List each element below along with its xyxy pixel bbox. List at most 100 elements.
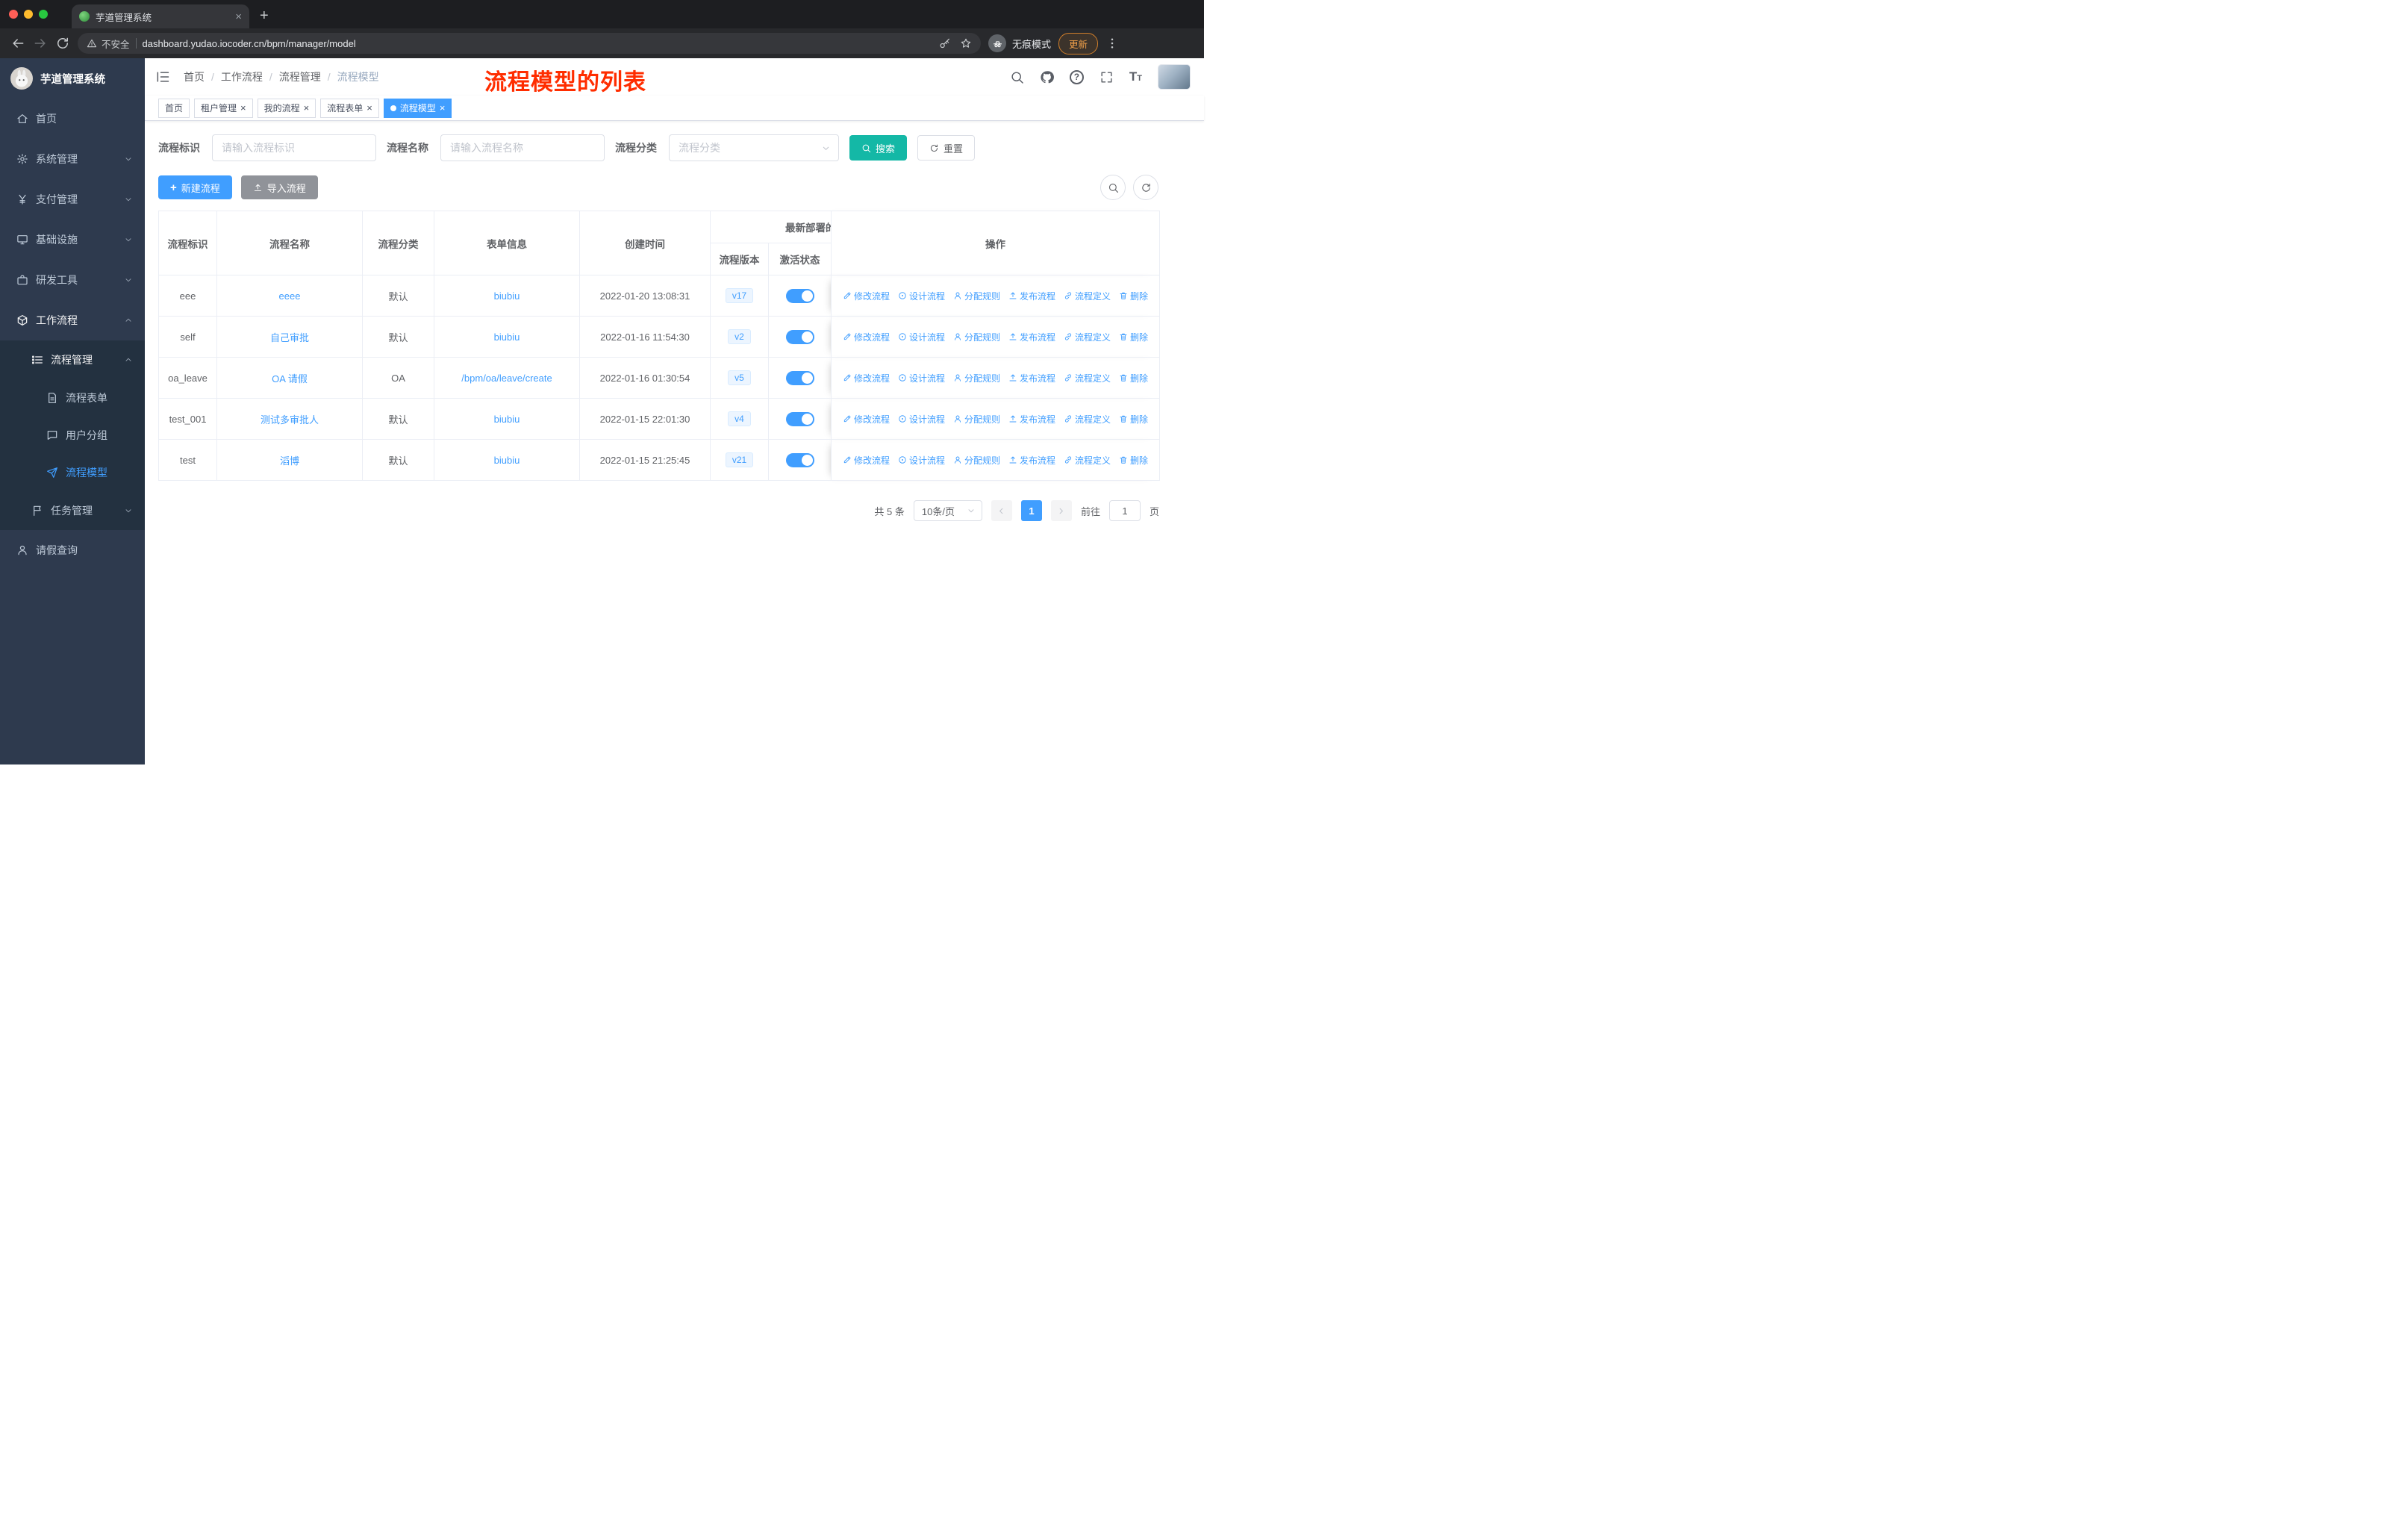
action-publish[interactable]: 发布流程 bbox=[1008, 454, 1055, 467]
status-toggle[interactable] bbox=[785, 288, 814, 303]
page-tag[interactable]: 首页 bbox=[158, 98, 190, 118]
status-toggle[interactable] bbox=[785, 370, 814, 385]
page-tag[interactable]: 流程模型 × bbox=[383, 98, 452, 118]
sidebar-item-infrastructure[interactable]: 基础设施 bbox=[0, 219, 145, 260]
process-name-input[interactable] bbox=[440, 134, 605, 161]
security-indicator[interactable]: 不安全 bbox=[87, 37, 130, 51]
action-define[interactable]: 流程定义 bbox=[1064, 372, 1111, 384]
action-publish[interactable]: 发布流程 bbox=[1008, 290, 1055, 302]
action-edit[interactable]: 修改流程 bbox=[843, 454, 890, 467]
tag-close-icon[interactable]: × bbox=[240, 103, 246, 113]
github-icon[interactable] bbox=[1040, 70, 1054, 84]
tag-close-icon[interactable]: × bbox=[366, 103, 372, 113]
breadcrumb-item[interactable]: 工作流程 bbox=[221, 69, 263, 84]
action-design[interactable]: 设计流程 bbox=[898, 331, 945, 343]
fullscreen-icon[interactable] bbox=[1099, 70, 1114, 84]
reload-button[interactable] bbox=[55, 36, 70, 51]
forward-button[interactable] bbox=[33, 36, 48, 51]
import-process-button[interactable]: 导入流程 bbox=[240, 175, 318, 199]
goto-page-input[interactable] bbox=[1108, 500, 1141, 521]
form-info-link[interactable]: biubiu bbox=[494, 414, 520, 425]
action-assign[interactable]: 分配规则 bbox=[953, 331, 1000, 343]
status-toggle[interactable] bbox=[785, 329, 814, 344]
sidebar-item-user-group[interactable]: 用户分组 bbox=[0, 417, 145, 454]
sidebar-item-process-mgmt[interactable]: 流程管理 bbox=[0, 340, 145, 379]
sidebar-item-task-mgmt[interactable]: 任务管理 bbox=[0, 491, 145, 530]
action-design[interactable]: 设计流程 bbox=[898, 413, 945, 426]
action-edit[interactable]: 修改流程 bbox=[843, 372, 890, 384]
action-delete[interactable]: 删除 bbox=[1119, 290, 1148, 302]
process-key-input[interactable] bbox=[212, 134, 376, 161]
tag-close-icon[interactable]: × bbox=[440, 103, 446, 113]
table-refresh-button[interactable] bbox=[1133, 175, 1158, 200]
browser-tab[interactable]: 芋道管理系统 × bbox=[72, 4, 249, 28]
sidebar-item-payment-mgmt[interactable]: 支付管理 bbox=[0, 179, 145, 219]
action-assign[interactable]: 分配规则 bbox=[953, 372, 1000, 384]
window-minimize-button[interactable] bbox=[24, 10, 33, 19]
action-design[interactable]: 设计流程 bbox=[898, 454, 945, 467]
action-delete[interactable]: 删除 bbox=[1119, 331, 1148, 343]
form-info-link[interactable]: biubiu bbox=[494, 331, 520, 343]
process-name-link[interactable]: OA 请假 bbox=[272, 373, 308, 384]
sidebar-item-workflow[interactable]: 工作流程 bbox=[0, 300, 145, 340]
back-button[interactable] bbox=[10, 36, 25, 51]
form-info-link[interactable]: biubiu bbox=[494, 290, 520, 302]
page-tag[interactable]: 我的流程 × bbox=[257, 98, 316, 118]
status-toggle[interactable] bbox=[785, 452, 814, 467]
page-tag[interactable]: 租户管理 × bbox=[194, 98, 253, 118]
window-close-button[interactable] bbox=[9, 10, 18, 19]
new-tab-button[interactable]: + bbox=[260, 7, 269, 25]
user-avatar[interactable] bbox=[1158, 64, 1191, 90]
action-define[interactable]: 流程定义 bbox=[1064, 290, 1111, 302]
action-delete[interactable]: 删除 bbox=[1119, 372, 1148, 384]
sidebar-item-home[interactable]: 首页 bbox=[0, 99, 145, 139]
address-bar[interactable]: 不安全 dashboard.yudao.iocoder.cn/bpm/manag… bbox=[78, 33, 981, 54]
browser-update-button[interactable]: 更新 bbox=[1058, 32, 1099, 55]
process-name-link[interactable]: 滔博 bbox=[280, 455, 299, 467]
process-name-link[interactable]: 自己审批 bbox=[270, 332, 309, 343]
breadcrumb-item[interactable]: 流程管理 bbox=[279, 69, 321, 84]
font-size-icon[interactable]: TT bbox=[1129, 69, 1142, 84]
form-info-link[interactable]: biubiu bbox=[494, 455, 520, 466]
sidebar-item-system-mgmt[interactable]: 系统管理 bbox=[0, 139, 145, 179]
process-name-link[interactable]: eeee bbox=[279, 290, 301, 302]
sidebar-item-dev-tools[interactable]: 研发工具 bbox=[0, 260, 145, 300]
action-define[interactable]: 流程定义 bbox=[1064, 454, 1111, 467]
action-publish[interactable]: 发布流程 bbox=[1008, 331, 1055, 343]
action-assign[interactable]: 分配规则 bbox=[953, 413, 1000, 426]
prev-page-button[interactable] bbox=[991, 500, 1012, 521]
breadcrumb-item[interactable]: 首页 bbox=[184, 69, 205, 84]
page-tag[interactable]: 流程表单 × bbox=[320, 98, 379, 118]
key-icon[interactable] bbox=[939, 37, 951, 49]
action-publish[interactable]: 发布流程 bbox=[1008, 372, 1055, 384]
help-icon[interactable]: ? bbox=[1069, 69, 1084, 84]
table-search-button[interactable] bbox=[1100, 175, 1126, 200]
form-info-link[interactable]: /bpm/oa/leave/create bbox=[461, 373, 552, 384]
next-page-button[interactable] bbox=[1050, 500, 1072, 521]
sidebar-item-process-form[interactable]: 流程表单 bbox=[0, 379, 145, 417]
browser-menu-icon[interactable] bbox=[1105, 37, 1119, 50]
action-edit[interactable]: 修改流程 bbox=[843, 331, 890, 343]
reset-button[interactable]: 重置 bbox=[917, 135, 976, 161]
action-delete[interactable]: 删除 bbox=[1119, 413, 1148, 426]
collapse-sidebar-icon[interactable] bbox=[155, 69, 170, 84]
action-assign[interactable]: 分配规则 bbox=[953, 454, 1000, 467]
window-zoom-button[interactable] bbox=[39, 10, 48, 19]
action-define[interactable]: 流程定义 bbox=[1064, 331, 1111, 343]
action-delete[interactable]: 删除 bbox=[1119, 454, 1148, 467]
sidebar-item-process-model[interactable]: 流程模型 bbox=[0, 454, 145, 491]
current-page-button[interactable]: 1 bbox=[1020, 500, 1042, 521]
action-define[interactable]: 流程定义 bbox=[1064, 413, 1111, 426]
status-toggle[interactable] bbox=[785, 411, 814, 426]
action-assign[interactable]: 分配规则 bbox=[953, 290, 1000, 302]
search-icon[interactable] bbox=[1010, 70, 1024, 84]
sidebar-item-leave-query[interactable]: 请假查询 bbox=[0, 530, 145, 570]
search-button[interactable]: 搜索 bbox=[849, 135, 908, 161]
action-design[interactable]: 设计流程 bbox=[898, 372, 945, 384]
tab-close-icon[interactable]: × bbox=[235, 11, 242, 22]
category-select[interactable]: 流程分类 bbox=[669, 134, 839, 161]
page-size-select[interactable]: 10条/页 bbox=[913, 500, 982, 521]
bookmark-star-icon[interactable] bbox=[960, 37, 972, 49]
action-design[interactable]: 设计流程 bbox=[898, 290, 945, 302]
tag-close-icon[interactable]: × bbox=[304, 103, 310, 113]
